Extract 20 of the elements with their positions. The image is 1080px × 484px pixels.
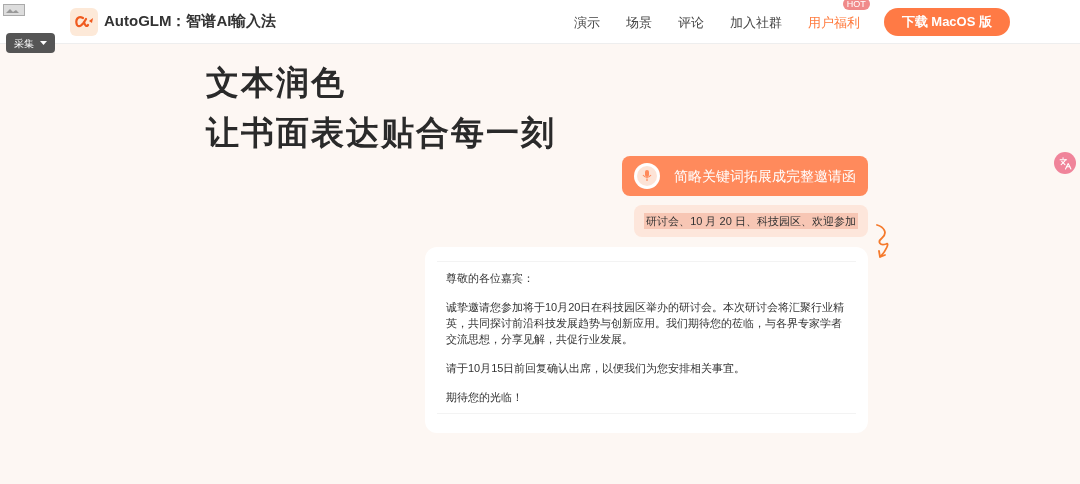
letter-paragraph: 期待您的光临！ bbox=[446, 390, 524, 405]
caret-icon bbox=[40, 41, 47, 45]
image-icon bbox=[3, 4, 25, 16]
nav-link[interactable]: 演示 bbox=[573, 14, 600, 30]
microphone-icon bbox=[634, 163, 660, 189]
collect-dropdown[interactable]: 采集 bbox=[6, 33, 55, 53]
brand-logo bbox=[70, 7, 98, 36]
translate-icon[interactable] bbox=[1054, 152, 1076, 174]
keywords-text: 研讨会、10 月 20 日、科技园区、欢迎参加 bbox=[644, 212, 858, 230]
nav-link[interactable]: 场景 bbox=[625, 14, 652, 30]
nav-link[interactable]: 评论 bbox=[677, 14, 704, 30]
nav-link[interactable]: 加入社群 bbox=[729, 14, 782, 30]
letter-paragraph: 请于10月15日前回复确认出席，以便我们为您安排相关事宜。 bbox=[446, 361, 747, 376]
letter-paragraph: 尊敬的各位嘉宾： bbox=[446, 271, 535, 286]
prompt-title: 简略关键词拓展成完整邀请函 bbox=[674, 166, 856, 186]
hot-badge: HOT bbox=[842, 0, 870, 10]
brand-name: AutoGLM：智谱AI输入法 bbox=[104, 11, 277, 32]
headline: 文本润色 bbox=[206, 63, 347, 103]
letter-paragraph: 诚挚邀请您参加将于10月20日在科技园区举办的研讨会。本次研讨会将汇聚行业精英，共同探讨前沿科技发展趋势与创新应用。我们期待您的莅临，与各界专家学者交流思想，分享见解，共促行业发展。 bbox=[446, 300, 846, 347]
headline: 让书面表达贴合每一刻 bbox=[206, 113, 557, 153]
